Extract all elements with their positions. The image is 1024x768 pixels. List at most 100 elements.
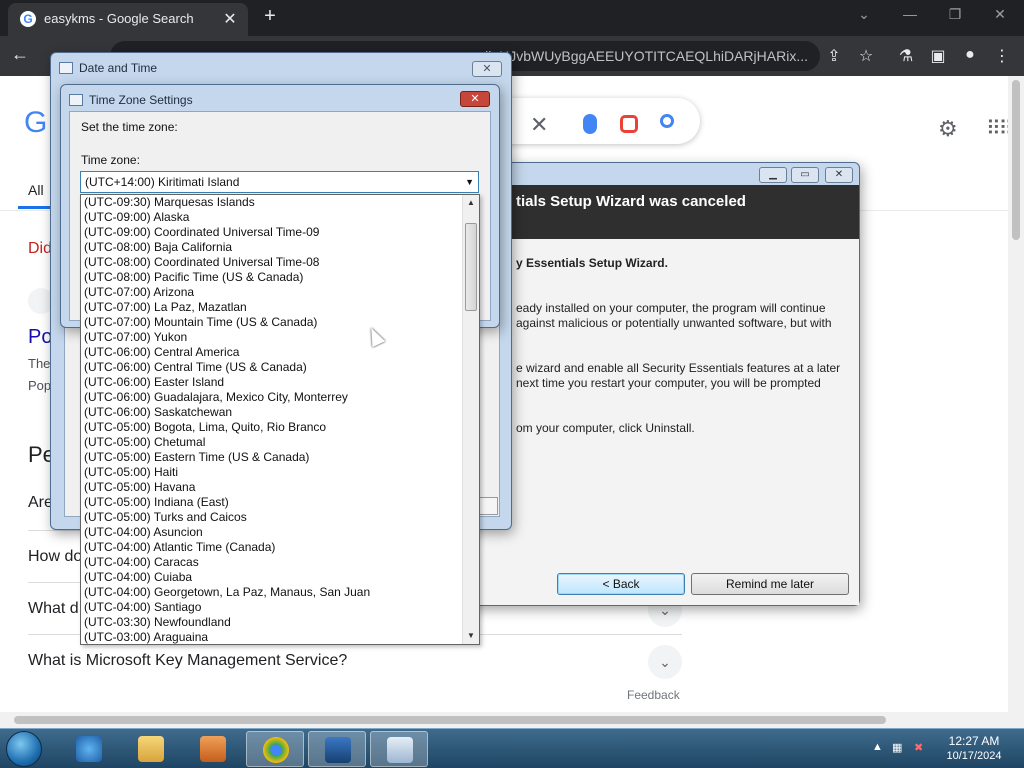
chevron-down-icon[interactable]: ⌄ (648, 645, 682, 679)
time-zone-dropdown[interactable]: (UTC+14:00) Kiritimati Island ▼ (80, 171, 479, 193)
time-zone-option[interactable]: (UTC-05:00) Eastern Time (US & Canada) (81, 450, 463, 465)
explorer-button[interactable] (122, 731, 180, 767)
taskbar: ▲ ▦ ✖ 12:27 AM 10/17/2024 (0, 728, 1024, 768)
close-window-icon[interactable]: ✕ (988, 6, 1012, 23)
result-title-fragment[interactable]: Po (28, 326, 52, 349)
share-icon[interactable]: ⇪ (824, 46, 844, 66)
google-favicon-icon: G (20, 11, 36, 27)
snippet-fragment-2: Pop (28, 378, 52, 393)
back-arrow-icon[interactable]: ← (8, 44, 32, 65)
bookmark-star-icon[interactable]: ☆ (856, 46, 876, 66)
time-zone-option[interactable]: (UTC-05:00) Turks and Caicos (81, 510, 463, 525)
tab-title: easykms - Google Search (44, 11, 194, 26)
volume-muted-icon[interactable]: ✖ (914, 741, 923, 754)
restore-icon[interactable]: ❐ (943, 6, 967, 23)
scroll-thumb[interactable] (14, 716, 886, 724)
internet-explorer-button[interactable] (60, 731, 118, 767)
wizard-para-line: next time you restart your computer, you… (516, 376, 821, 390)
time-zone-option[interactable]: (UTC-05:00) Indiana (East) (81, 495, 463, 510)
time-zone-option[interactable]: (UTC-06:00) Saskatchewan (81, 405, 463, 420)
list-scrollbar[interactable]: ▲ ▼ (462, 195, 479, 644)
clear-icon[interactable]: ✕ (530, 112, 548, 138)
clock-time[interactable]: 12:27 AM (942, 734, 1006, 748)
remind-me-later-button[interactable]: Remind me later (691, 573, 849, 595)
time-zone-option[interactable]: (UTC-08:00) Pacific Time (US & Canada) (81, 270, 463, 285)
horizontal-scrollbar[interactable] (0, 712, 1024, 728)
date-time-button[interactable] (370, 731, 428, 767)
security-essentials-icon (325, 737, 351, 763)
gear-icon[interactable]: ⚙ (938, 116, 958, 142)
media-player-button[interactable] (184, 731, 242, 767)
time-zone-option[interactable]: (UTC-07:00) La Paz, Mazatlan (81, 300, 463, 315)
time-zone-option[interactable]: (UTC-04:00) Santiago (81, 600, 463, 615)
time-zone-option[interactable]: (UTC-04:00) Atlantic Time (Canada) (81, 540, 463, 555)
wizard-para-line: om your computer, click Uninstall. (516, 421, 695, 435)
search-icon[interactable] (660, 114, 674, 128)
menu-kebab-icon[interactable]: ⋮ (992, 46, 1012, 66)
chrome-button[interactable] (246, 731, 304, 767)
chrome-icon (263, 737, 289, 763)
back-button[interactable]: < Back (557, 573, 685, 595)
scroll-up-arrow-icon[interactable]: ▲ (463, 195, 479, 211)
time-zone-option[interactable]: (UTC-05:00) Bogota, Lima, Quito, Rio Bra… (81, 420, 463, 435)
time-zone-option[interactable]: (UTC-06:00) Central Time (US & Canada) (81, 360, 463, 375)
time-zone-option[interactable]: (UTC-07:00) Arizona (81, 285, 463, 300)
vertical-scrollbar[interactable] (1008, 76, 1024, 712)
dropdown-arrow-icon[interactable]: ▼ (465, 172, 474, 192)
tab-all[interactable]: All (28, 182, 44, 198)
new-tab-icon[interactable]: + (258, 5, 282, 28)
time-zone-option[interactable]: (UTC-04:00) Cuiaba (81, 570, 463, 585)
close-icon[interactable]: ✕ (460, 91, 490, 107)
feedback-link[interactable]: Feedback (627, 688, 680, 702)
time-zone-option[interactable]: (UTC-05:00) Chetumal (81, 435, 463, 450)
scroll-down-arrow-icon[interactable]: ▼ (463, 628, 479, 644)
tab-close-icon[interactable]: ✕ (220, 9, 240, 29)
close-icon[interactable]: ✕ (472, 61, 502, 77)
media-player-icon (200, 736, 226, 762)
time-zone-option[interactable]: (UTC-04:00) Caracas (81, 555, 463, 570)
wizard-line: y Essentials Setup Wizard. (516, 256, 668, 270)
time-zone-option[interactable]: (UTC-06:00) Guadalajara, Mexico City, Mo… (81, 390, 463, 405)
time-zone-option[interactable]: (UTC-09:30) Marquesas Islands (81, 195, 463, 210)
time-zone-option[interactable]: (UTC-04:00) Georgetown, La Paz, Manaus, … (81, 585, 463, 600)
time-zone-option[interactable]: (UTC-09:00) Alaska (81, 210, 463, 225)
close-icon[interactable]: ✕ (825, 167, 853, 183)
did-you-mean-fragment[interactable]: Did (28, 240, 52, 258)
time-zone-icon (69, 94, 83, 106)
time-zone-option[interactable]: (UTC-06:00) Easter Island (81, 375, 463, 390)
minimize-icon[interactable]: — (898, 6, 922, 22)
time-zone-option[interactable]: (UTC-08:00) Baja California (81, 240, 463, 255)
tab-search-icon[interactable]: ⌄ (852, 6, 876, 23)
time-zone-option[interactable]: (UTC-03:30) Newfoundland (81, 615, 463, 630)
time-zone-option[interactable]: (UTC-09:00) Coordinated Universal Time-0… (81, 225, 463, 240)
clock-date[interactable]: 10/17/2024 (942, 750, 1006, 762)
show-hidden-icons-icon[interactable]: ▲ (872, 741, 883, 753)
tz-field-label: Time zone: (81, 153, 140, 167)
start-button[interactable] (6, 731, 42, 767)
browser-tab[interactable]: G easykms - Google Search ✕ (8, 3, 248, 36)
scroll-thumb[interactable] (465, 223, 477, 311)
time-zone-option[interactable]: (UTC-05:00) Haiti (81, 465, 463, 480)
lens-icon[interactable] (620, 115, 638, 133)
extensions-icon[interactable]: ⚗ (896, 46, 916, 66)
time-zone-option[interactable]: (UTC-07:00) Yukon (81, 330, 463, 345)
time-zone-options: (UTC-09:30) Marquesas Islands (UTC-09:00)… (81, 195, 463, 644)
internet-explorer-icon (76, 736, 102, 762)
microphone-icon[interactable] (583, 114, 597, 134)
security-essentials-button[interactable] (308, 731, 366, 767)
time-zone-option[interactable]: (UTC-07:00) Mountain Time (US & Canada) (81, 315, 463, 330)
time-zone-option[interactable]: (UTC-06:00) Central America (81, 345, 463, 360)
maximize-icon[interactable]: ▭ (791, 167, 819, 183)
side-panel-icon[interactable]: ▣ (928, 46, 948, 66)
time-zone-option[interactable]: (UTC-03:00) Araguaina (81, 630, 463, 644)
time-zone-option[interactable]: (UTC-05:00) Havana (81, 480, 463, 495)
scroll-thumb[interactable] (1012, 80, 1020, 240)
window-title: Date and Time (79, 61, 158, 75)
minimize-icon[interactable]: ▁ (759, 167, 787, 183)
google-logo[interactable]: G (24, 106, 47, 140)
selected-time-zone: (UTC+14:00) Kiritimati Island (85, 175, 240, 189)
network-icon[interactable]: ▦ (892, 741, 902, 754)
profile-icon[interactable]: ● (960, 46, 980, 64)
time-zone-option[interactable]: (UTC-04:00) Asuncion (81, 525, 463, 540)
time-zone-option[interactable]: (UTC-08:00) Coordinated Universal Time-0… (81, 255, 463, 270)
